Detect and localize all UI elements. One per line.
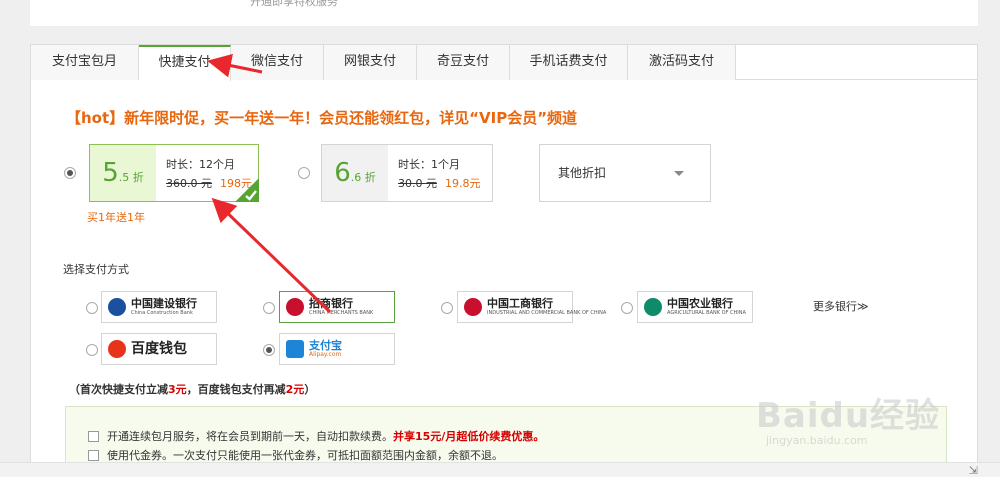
plan-duration: 时长：12个月 [166,158,235,171]
baidu-wallet-radio[interactable] [86,344,98,356]
pay-method-title: 选择支付方式 [63,263,129,276]
bank-icbc[interactable]: 中国工商银行 INDUSTRIAL AND COMMERCIAL BANK OF … [457,291,606,323]
watermark-brand: Baidu经验 [756,396,941,436]
bank-ccb-radio[interactable] [86,302,98,314]
plan-price: 198元 [220,177,252,190]
bank-name: 招商银行 [309,297,353,310]
cmb-logo-icon [286,298,304,316]
bank-name: 中国建设银行 [131,297,197,310]
bank-cmb[interactable]: 招商银行 CHINA MERCHANTS BANK [279,291,395,323]
more-banks-link[interactable]: 更多银行≫ [813,298,869,314]
icbc-logo-icon [464,298,482,316]
voucher-option[interactable]: 使用代金券。一次支付只能使用一张代金券，可抵扣面额范围内金额，余额不退。 [88,447,503,463]
top-card-text: 开通即享特权服务 [250,0,338,8]
ccb-logo-icon [108,298,126,316]
plan-12-month-radio[interactable] [64,167,76,179]
auto-renew-option[interactable]: 开通连续包月服务，将在会员到期前一天，自动扣款续费。 并享15元/月超低价续费优惠… [88,428,544,444]
bank-icbc-radio[interactable] [441,302,453,314]
payment-tabs: 支付宝包月 快捷支付 微信支付 网银支付 奇豆支付 手机话费支付 激活码支付 [31,45,977,81]
bank-en-name: CHINA MERCHANTS BANK [309,310,374,316]
baidu-watermark: Baidu经验 jingyan.baidu.com [756,388,946,458]
bank-cmb-radio[interactable] [263,302,275,314]
auto-renew-checkbox[interactable] [88,430,99,442]
tab-mobile-bill[interactable]: 手机话费支付 [510,45,628,80]
bank-baidu-wallet[interactable]: 百度钱包 [101,333,217,365]
voucher-checkbox[interactable] [88,449,99,461]
plan-discount: 5.5 折 [90,145,156,201]
plan-original-price: 30.0 元 [398,177,437,190]
alipay-radio[interactable] [263,344,275,356]
plan-price: 19.8元 [445,177,481,190]
auto-renew-highlight: 并享15元/月超低价续费优惠。 [393,430,545,443]
baidu-wallet-logo-icon [108,340,126,358]
plan-duration: 时长：1个月 [398,158,460,171]
bank-name: 百度钱包 [131,341,187,357]
bank-alipay[interactable]: 支付宝 Alipay.com [279,333,395,365]
plan-discount: 6.6 折 [322,145,388,201]
tab-wechat-pay[interactable]: 微信支付 [231,45,324,80]
plan-original-price: 360.0 元 [166,177,212,190]
other-discount-label: 其他折扣 [558,166,607,180]
abc-logo-icon [644,298,662,316]
bank-en-name: China Construction Bank [131,310,193,316]
auto-renew-text: 开通连续包月服务，将在会员到期前一天，自动扣款续费。 [107,430,393,443]
discount-note: （首次快捷支付立减3元，百度钱包支付再减2元） [69,383,316,396]
chevron-down-icon [674,171,684,176]
plan-info: 时长：12个月 360.0 元 198元 [166,155,252,193]
other-discount-dropdown[interactable]: 其他折扣 [539,144,711,202]
promo-banner: 【hot】新年限时促，买一年送一年！会员还能领红包，详见“VIP会员”频道 [66,109,578,127]
bank-en-name: INDUSTRIAL AND COMMERCIAL BANK OF CHINA [487,310,607,316]
resize-icon: ⇲ [968,464,978,477]
voucher-text: 使用代金券。一次支付只能使用一张代金券，可抵扣面额范围内金额，余额不退。 [107,449,503,462]
top-card: 开通即享特权服务 [30,0,978,26]
tab-activation-code[interactable]: 激活码支付 [628,45,736,80]
bonus-label: 买1年送1年 [87,211,145,224]
tab-online-bank[interactable]: 网银支付 [324,45,417,80]
tab-alipay-monthly[interactable]: 支付宝包月 [31,45,139,80]
watermark-url: jingyan.baidu.com [766,434,868,447]
bank-en-name: Alipay.com [309,351,342,358]
tab-quick-pay[interactable]: 快捷支付 [139,45,231,81]
alipay-shield-icon [286,340,304,358]
bank-name: 中国工商银行 [487,297,553,310]
bank-name: 中国农业银行 [667,297,733,310]
plan-1-month-radio[interactable] [298,167,310,179]
tab-qidou-pay[interactable]: 奇豆支付 [417,45,510,80]
plan-12-month[interactable]: 5.5 折 时长：12个月 360.0 元 198元 [89,144,259,202]
plan-info: 时长：1个月 30.0 元 19.8元 [398,155,481,193]
bottom-bar: ⇲ [0,462,1000,477]
bank-en-name: AGRICULTURAL BANK OF CHINA [667,310,746,316]
bank-ccb[interactable]: 中国建设银行 China Construction Bank [101,291,217,323]
plan-1-month[interactable]: 6.6 折 时长：1个月 30.0 元 19.8元 [321,144,493,202]
bank-abc[interactable]: 中国农业银行 AGRICULTURAL BANK OF CHINA [637,291,753,323]
bank-abc-radio[interactable] [621,302,633,314]
